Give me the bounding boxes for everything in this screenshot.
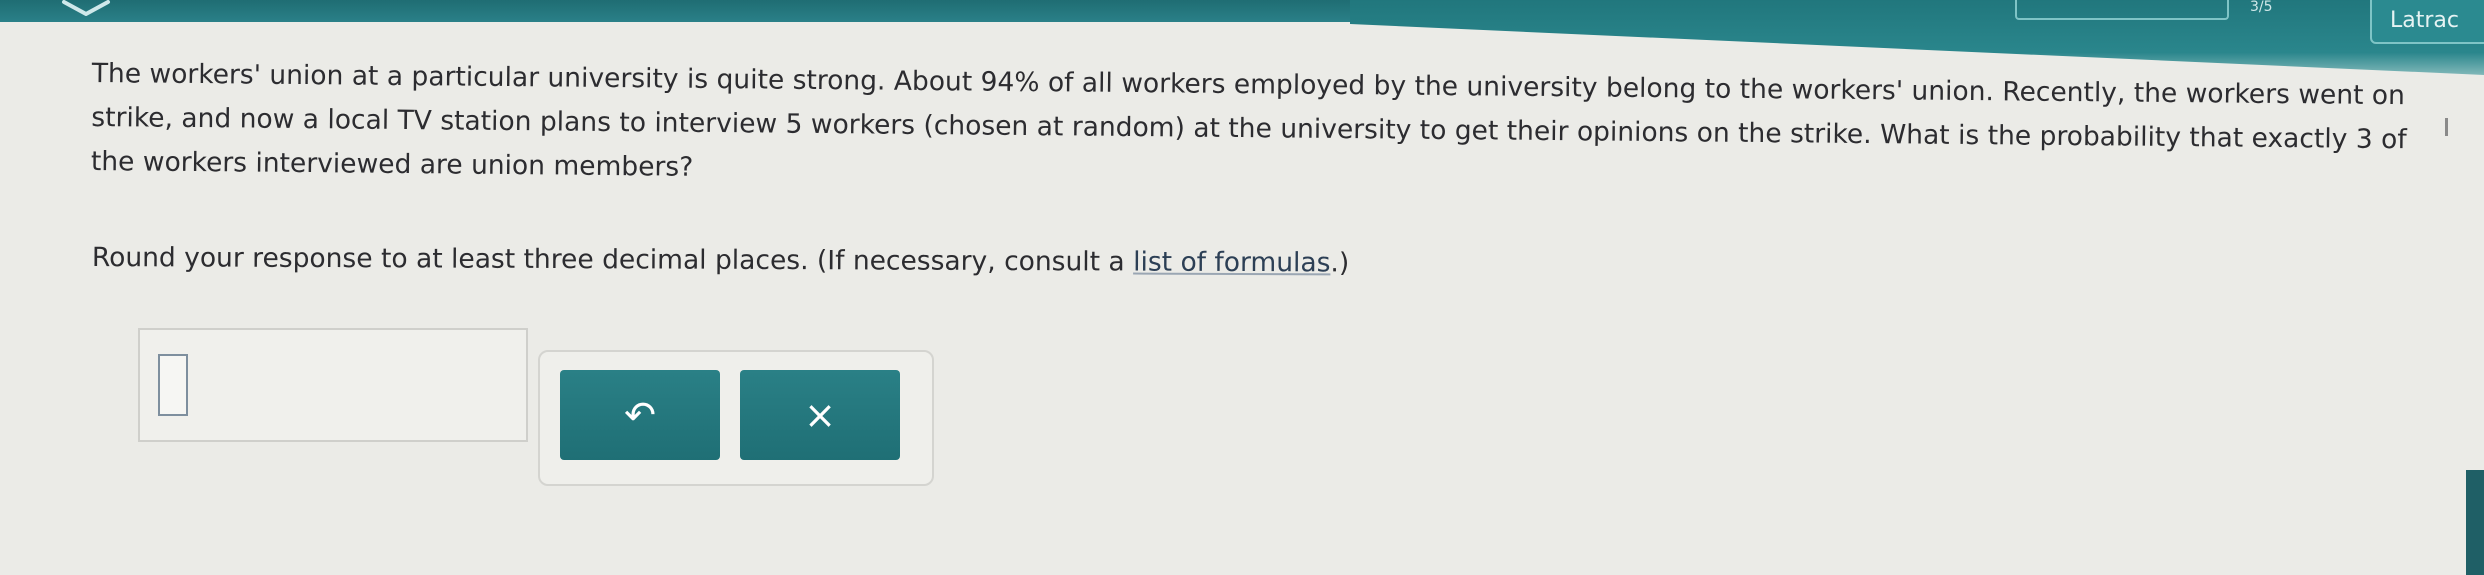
top-right-button[interactable]: Latrac — [2370, 0, 2484, 44]
top-right-button-label: Latrac — [2390, 8, 2459, 33]
question-number: 3/5 — [2250, 0, 2273, 15]
chevron-down-icon[interactable] — [58, 0, 114, 18]
close-icon: × — [804, 393, 836, 437]
instruction-suffix: .) — [1330, 247, 1350, 279]
progress-box — [2015, 0, 2229, 20]
top-bar-shade — [1350, 0, 2484, 75]
edge-marker — [2445, 118, 2448, 136]
formulas-link[interactable]: list of formulas — [1133, 247, 1330, 279]
instruction-text: Round your response to at least three de… — [92, 238, 1349, 283]
clear-button[interactable]: × — [740, 370, 900, 460]
answer-input[interactable] — [138, 328, 528, 442]
answer-cursor-box[interactable] — [158, 354, 188, 416]
undo-icon: ↶ — [624, 393, 656, 437]
right-edge-panel — [2466, 470, 2484, 575]
question-text: The workers' union at a particular unive… — [90, 57, 2407, 183]
answer-button-panel: ↶ × — [538, 350, 934, 486]
undo-button[interactable]: ↶ — [560, 370, 720, 460]
instruction-prefix: Round your response to at least three de… — [91, 241, 1134, 278]
